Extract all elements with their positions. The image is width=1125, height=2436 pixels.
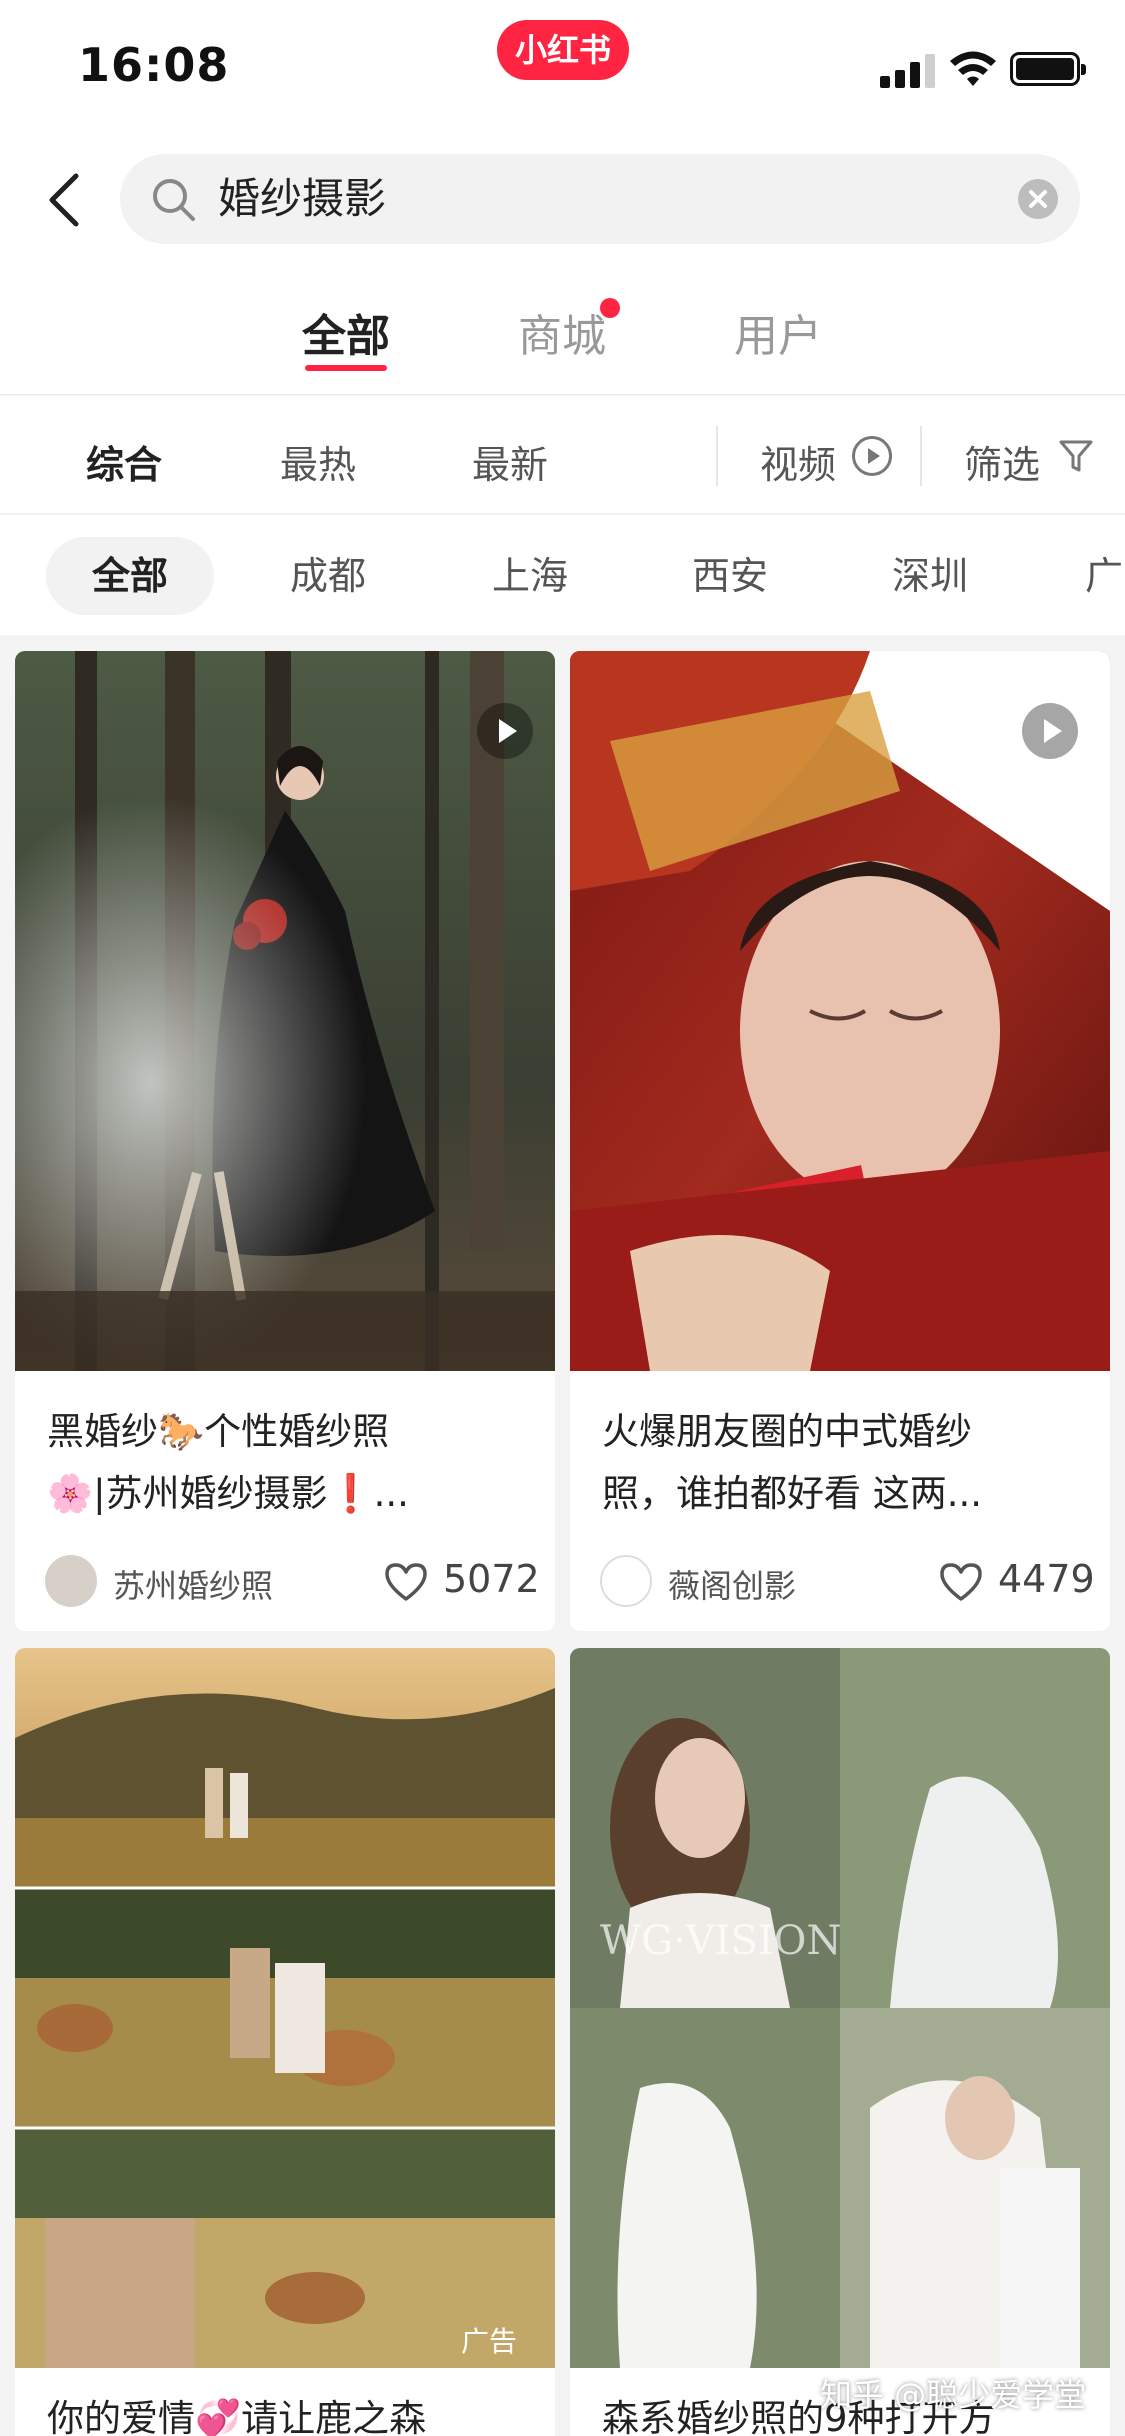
battery-icon — [1010, 52, 1086, 86]
mall-notification-dot — [600, 298, 620, 318]
cellular-signal-icon — [880, 52, 936, 88]
app-logo-badge: 小红书 — [497, 20, 629, 80]
card-footer: 薇阁创影 4479 — [600, 1551, 1095, 1611]
card-cover-image — [15, 1648, 555, 2368]
heart-icon[interactable] — [383, 1561, 429, 1603]
source-watermark: 知乎 @聪少爱学堂 — [820, 2376, 1087, 2414]
results-feed: 黑婚纱🐎个性婚纱照 🌸|苏州婚纱摄影❗... 苏州婚纱照 5072 火爆朋友圈的… — [0, 636, 1125, 2436]
like-count: 5072 — [443, 1557, 540, 1601]
active-tab-indicator — [305, 365, 387, 371]
divider — [716, 426, 718, 486]
note-card[interactable]: WG·VISION 森系婚纱照的9种打开方 — [570, 1648, 1110, 2436]
sort-bar: 综合 最热 最新 视频 筛选 — [0, 396, 1125, 514]
card-title: 黑婚纱🐎个性婚纱照 🌸|苏州婚纱摄影❗... — [47, 1401, 527, 1525]
status-bar: 16:08 小红书 — [0, 0, 1125, 140]
card-footer: 苏州婚纱照 5072 — [45, 1551, 540, 1611]
card-cover-image — [570, 1648, 1110, 2368]
funnel-icon — [1059, 440, 1093, 472]
sort-comprehensive[interactable]: 综合 — [86, 434, 162, 489]
card-title-line: 照，谁拍都好看 这两... — [602, 1472, 983, 1515]
filter-label[interactable]: 筛选 — [964, 434, 1040, 489]
ad-label: 广告 — [460, 2325, 517, 2358]
video-play-icon — [1022, 703, 1078, 759]
card-title-line: 火爆朋友圈的中式婚纱 — [602, 1410, 972, 1453]
note-card[interactable]: 黑婚纱🐎个性婚纱照 🌸|苏州婚纱摄影❗... 苏州婚纱照 5072 — [15, 651, 555, 1631]
tab-users[interactable]: 用户 — [734, 300, 822, 364]
search-icon — [153, 179, 195, 221]
search-bar-row: 婚纱摄影 — [0, 140, 1125, 260]
avatar[interactable] — [45, 1555, 97, 1607]
card-title-line: 黑婚纱🐎个性婚纱照 — [47, 1410, 390, 1453]
heart-icon[interactable] — [938, 1561, 984, 1603]
chip-all[interactable]: 全部 — [46, 537, 214, 615]
back-chevron-icon[interactable] — [40, 170, 90, 230]
divider — [920, 426, 922, 486]
card-cover-image — [570, 651, 1110, 1371]
tab-mall[interactable]: 商城 — [518, 300, 606, 364]
video-play-icon — [477, 703, 533, 759]
author-name[interactable]: 薇阁创影 — [668, 1561, 796, 1607]
search-input[interactable]: 婚纱摄影 — [120, 154, 1080, 244]
sort-hottest[interactable]: 最热 — [280, 434, 356, 489]
chip-guangzhou-partial[interactable]: 广 — [1085, 537, 1125, 615]
main-tabs: 全部 商城 用户 — [0, 260, 1125, 395]
author-name[interactable]: 苏州婚纱照 — [113, 1561, 273, 1607]
wifi-icon — [950, 51, 996, 86]
cover-watermark-text: WG·VISION — [600, 1918, 842, 1964]
clear-icon — [1029, 190, 1047, 208]
chip-xian[interactable]: 西安 — [660, 537, 800, 615]
note-card[interactable]: 火爆朋友圈的中式婚纱 照，谁拍都好看 这两... 薇阁创影 4479 — [570, 651, 1110, 1631]
search-query-text: 婚纱摄影 — [218, 174, 387, 223]
play-circle-icon — [852, 436, 892, 476]
card-cover-image — [15, 651, 555, 1371]
tab-all[interactable]: 全部 — [302, 300, 390, 364]
chip-chengdu[interactable]: 成都 — [258, 537, 398, 615]
chip-shanghai[interactable]: 上海 — [460, 537, 600, 615]
card-title: 你的爱情💞请让鹿之森 — [47, 2397, 427, 2436]
card-title-line: 🌸|苏州婚纱摄影❗... — [47, 1472, 409, 1515]
city-chips: 全部 成都 上海 西安 深圳 广 — [0, 515, 1125, 635]
video-filter-label[interactable]: 视频 — [760, 434, 836, 489]
clear-search-button[interactable] — [1018, 179, 1058, 219]
note-card-ad[interactable]: 广告 你的爱情💞请让鹿之森 — [15, 1648, 555, 2436]
avatar[interactable] — [600, 1555, 652, 1607]
status-time: 16:08 — [78, 38, 230, 92]
like-count: 4479 — [998, 1557, 1095, 1601]
card-title: 火爆朋友圈的中式婚纱 照，谁拍都好看 这两... — [602, 1401, 1082, 1525]
search-results-page: 16:08 小红书 婚纱摄影 全部 商城 用户 综合 最热 最新 视频 筛选 全… — [0, 0, 1125, 2436]
sort-newest[interactable]: 最新 — [472, 434, 548, 489]
chip-shenzhen[interactable]: 深圳 — [860, 537, 1000, 615]
